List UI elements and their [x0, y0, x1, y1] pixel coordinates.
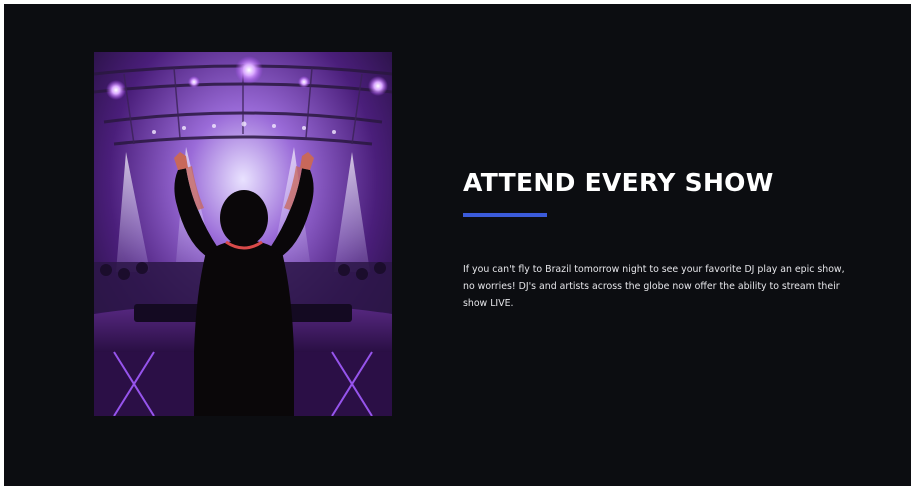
section-heading: ATTEND EVERY SHOW — [463, 168, 774, 197]
dj-concert-photo — [94, 52, 392, 416]
section-body-text: If you can't fly to Brazil tomorrow nigh… — [463, 264, 845, 309]
heading-accent-bar — [463, 213, 547, 217]
feature-section: ATTEND EVERY SHOW If you can't fly to Br… — [4, 4, 911, 486]
feature-text: ATTEND EVERY SHOW If you can't fly to Br… — [463, 167, 863, 312]
